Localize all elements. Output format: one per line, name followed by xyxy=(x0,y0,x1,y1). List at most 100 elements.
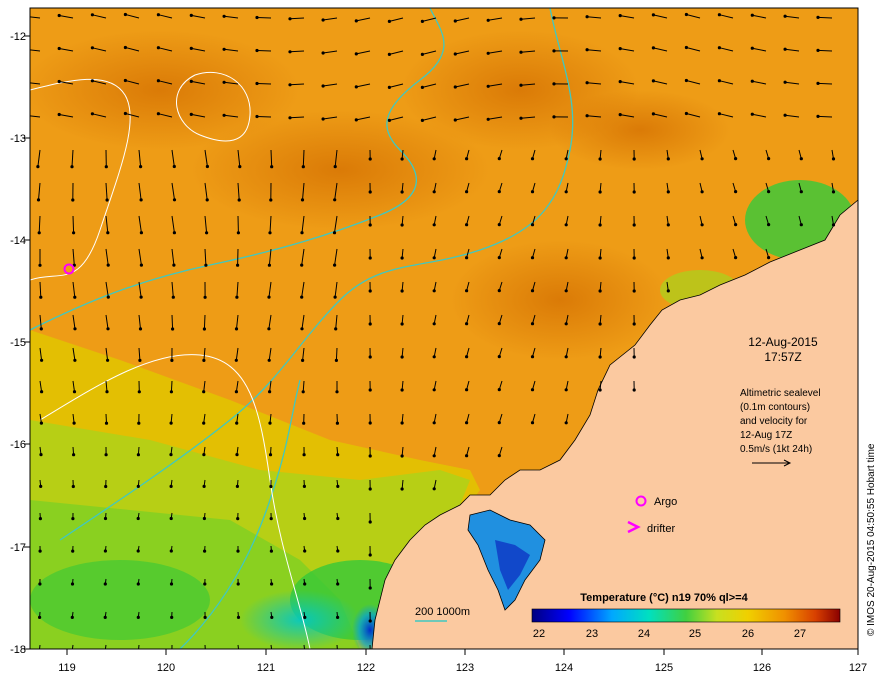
velocity-arrow-head xyxy=(72,453,76,457)
velocity-arrow xyxy=(336,644,338,649)
velocity-arrow-head xyxy=(651,112,656,116)
velocity-arrow-head xyxy=(302,453,306,457)
velocity-arrow-head xyxy=(204,263,208,267)
velocity-arrow-head xyxy=(300,231,304,235)
velocity-arrow-head xyxy=(136,549,140,553)
velocity-arrow-head xyxy=(235,484,239,488)
velocity-arrow-head xyxy=(632,190,636,194)
velocity-arrow-head xyxy=(269,549,273,553)
latitude-axis: -12 -13 -14 -15 -16 -17 -18 xyxy=(10,31,26,656)
colorbar-tick: 24 xyxy=(638,628,650,640)
velocity-arrow-head xyxy=(270,582,274,586)
velocity-arrow-head xyxy=(123,45,127,50)
velocity-arrow-head xyxy=(368,454,372,458)
velocity-arrow-head xyxy=(234,390,238,394)
velocity-arrow xyxy=(72,215,75,233)
velocity-arrow-head xyxy=(420,52,424,57)
velocity-arrow-head xyxy=(203,549,207,553)
velocity-arrow-head xyxy=(497,190,501,194)
velocity-arrow-head xyxy=(486,18,490,22)
colorbar-gradient xyxy=(531,608,841,623)
velocity-arrow-head xyxy=(816,81,820,85)
velocity-arrow-head xyxy=(236,615,241,620)
velocity-arrow-head xyxy=(598,322,602,326)
lat-tick-label: -13 xyxy=(10,133,26,145)
velocity-arrow-head xyxy=(336,453,340,457)
velocity-arrow-head xyxy=(767,157,771,161)
velocity-arrow-head xyxy=(136,484,140,488)
velocity-arrow-head xyxy=(300,263,304,267)
velocity-arrow-head xyxy=(234,358,238,362)
velocity-arrow-head xyxy=(432,256,436,260)
velocity-arrow-head xyxy=(71,198,75,202)
velocity-arrow-head xyxy=(103,582,107,586)
velocity-arrow-head xyxy=(336,549,340,553)
velocity-arrow-head xyxy=(465,355,469,359)
velocity-arrow-head xyxy=(799,157,803,161)
velocity-arrow-head xyxy=(202,421,206,425)
velocity-arrow xyxy=(302,149,305,167)
velocity-arrow-head xyxy=(203,615,207,620)
velocity-arrow-head xyxy=(303,516,307,521)
velocity-arrow-head xyxy=(169,516,173,521)
velocity-arrow-head xyxy=(171,295,175,299)
drifter-legend-label: drifter xyxy=(647,523,675,535)
velocity-arrow-head xyxy=(270,650,273,653)
velocity-arrow-head xyxy=(73,327,77,331)
velocity-arrow-head xyxy=(831,190,836,194)
velocity-arrow-head xyxy=(368,355,372,359)
velocity-arrow-head xyxy=(767,223,771,227)
velocity-arrow-head xyxy=(189,46,193,51)
velocity-arrow-head xyxy=(632,289,636,293)
sst-cool-patch xyxy=(30,560,210,640)
velocity-arrow-head xyxy=(465,388,469,392)
velocity-arrow-head xyxy=(598,223,602,227)
lon-tick-label: 120 xyxy=(157,662,175,674)
velocity-arrow-head xyxy=(189,13,193,17)
velocity-arrow-head xyxy=(136,615,140,620)
velocity-arrow-head xyxy=(564,421,568,425)
velocity-arrow-head xyxy=(71,517,75,521)
velocity-arrow-head xyxy=(57,46,61,51)
velocity-arrow-head xyxy=(172,164,176,169)
velocity-arrow-head xyxy=(333,165,337,169)
velocity-arrow-head xyxy=(717,79,722,83)
velocity-arrow-head xyxy=(831,223,836,227)
velocity-arrow-head xyxy=(104,484,108,489)
velocity-arrow-head xyxy=(156,46,160,50)
velocity-arrow-head xyxy=(585,15,589,19)
velocity-arrow-head xyxy=(497,355,501,359)
velocity-arrow-head xyxy=(169,582,174,586)
velocity-arrow-head xyxy=(432,190,436,194)
velocity-arrow-head xyxy=(39,484,43,488)
velocity-arrow-head xyxy=(267,295,271,299)
altimetry-line: 0.5m/s (1kt 24h) xyxy=(740,444,812,455)
altimetry-line: Altimetric sealevel xyxy=(740,388,821,399)
velocity-arrow-head xyxy=(400,454,404,458)
velocity-arrow xyxy=(817,49,833,52)
velocity-arrow-head xyxy=(300,327,304,331)
velocity-arrow-head xyxy=(497,289,501,293)
velocity-arrow-head xyxy=(136,453,140,457)
velocity-arrow-head xyxy=(138,327,143,331)
velocity-arrow-head xyxy=(717,112,722,116)
velocity-arrow-head xyxy=(332,231,337,235)
velocity-arrow-head xyxy=(288,17,292,21)
velocity-arrow-head xyxy=(400,256,404,260)
velocity-arrow-head xyxy=(734,256,738,260)
velocity-arrow-head xyxy=(203,582,207,586)
velocity-arrow-head xyxy=(598,157,602,161)
velocity-arrow-head xyxy=(25,114,28,117)
velocity-arrow-head xyxy=(530,421,535,425)
velocity-arrow-head xyxy=(268,421,272,425)
velocity-arrow-head xyxy=(104,421,109,425)
velocity-arrow-head xyxy=(123,78,127,83)
velocity-arrow-head xyxy=(552,16,556,20)
velocity-arrow xyxy=(138,644,140,649)
velocity-arrow xyxy=(256,116,272,118)
velocity-arrow-head xyxy=(169,484,173,488)
velocity-arrow-head xyxy=(816,15,820,19)
altimetry-line: (0.1m contours) xyxy=(740,402,810,413)
velocity-arrow-head xyxy=(564,190,568,194)
velocity-arrow-head xyxy=(267,263,271,267)
